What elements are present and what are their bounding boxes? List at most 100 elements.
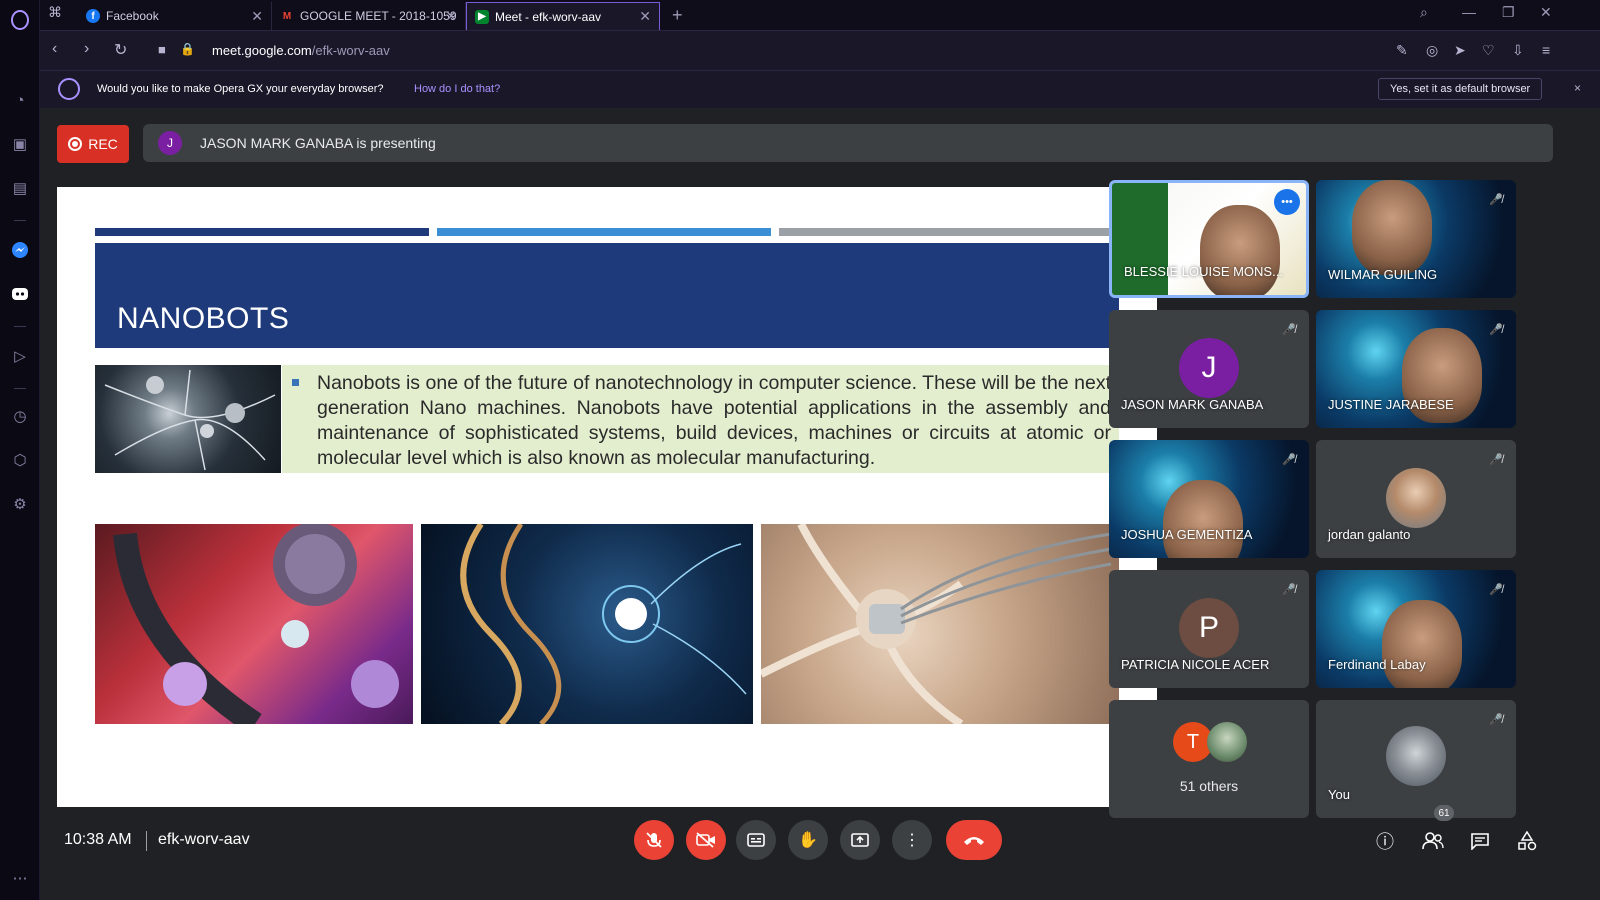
url-domain: meet.google.com xyxy=(212,43,312,58)
participant-tile[interactable]: P 🎤̸ PATRICIA NICOLE ACER xyxy=(1109,570,1309,688)
address-bar: ‹ › ↻ ■ 🔒 meet.google.com/efk-worv-aav ✎… xyxy=(40,30,1600,70)
chat-icon[interactable] xyxy=(1467,828,1493,854)
tab-facebook[interactable]: f Facebook ✕ xyxy=(78,2,272,30)
mic-off-icon: 🎤̸ xyxy=(1489,713,1503,726)
mic-off-icon: 🎤̸ xyxy=(1282,323,1296,336)
participant-tile[interactable]: ••• BLESSIE LOUISE MONS... xyxy=(1109,180,1309,298)
twitch-icon[interactable]: ▤ xyxy=(8,176,32,200)
camera-icon[interactable]: ■ xyxy=(158,42,166,57)
more-options-button[interactable]: ⋮ xyxy=(892,820,932,860)
participant-video xyxy=(1200,205,1280,295)
new-tab-icon[interactable]: + xyxy=(672,5,683,26)
meeting-code: efk-worv-aav xyxy=(158,831,250,848)
edit-icon[interactable]: ✎ xyxy=(1396,42,1408,59)
messenger-icon[interactable] xyxy=(8,238,32,262)
recording-badge[interactable]: REC xyxy=(57,125,129,163)
sidebar-separator xyxy=(14,388,26,389)
speed-dial-icon[interactable]: ◔ xyxy=(8,88,32,112)
prompt-message: Would you like to make Opera GX your eve… xyxy=(97,83,384,95)
participant-name: jordan galanto xyxy=(1328,527,1411,542)
blood-vessel-image xyxy=(95,524,413,724)
tab-gmail[interactable]: M GOOGLE MEET - 2018-1059 ✕ xyxy=(272,2,466,30)
info-icon[interactable]: ⓘ xyxy=(1372,828,1398,854)
briefcase-icon[interactable]: ▣ xyxy=(8,132,32,156)
tab-close-icon[interactable]: ✕ xyxy=(445,8,457,25)
self-photo xyxy=(1386,726,1446,786)
participant-name: Ferdinand Labay xyxy=(1328,657,1426,672)
participant-name: You xyxy=(1328,787,1350,802)
lock-icon[interactable]: 🔒 xyxy=(180,42,195,56)
participant-tile[interactable]: T 51 others xyxy=(1109,700,1309,818)
slide-text-box: Nanobots is one of the future of nanotec… xyxy=(282,365,1119,473)
sidebar-separator xyxy=(14,326,26,327)
slide-body: Nanobots is one of the future of nanotec… xyxy=(317,372,1111,469)
participant-tile[interactable]: 🎤̸ Ferdinand Labay xyxy=(1316,570,1516,688)
close-window-icon[interactable]: ✕ xyxy=(1540,4,1552,21)
participant-name: JUSTINE JARABESE xyxy=(1328,397,1454,412)
download-icon[interactable]: ⇩ xyxy=(1512,42,1524,59)
rec-label: REC xyxy=(88,136,118,152)
discord-icon[interactable] xyxy=(8,282,32,306)
url-field[interactable]: meet.google.com/efk-worv-aav xyxy=(212,43,390,58)
people-icon[interactable] xyxy=(1420,828,1446,854)
participant-video xyxy=(1352,180,1432,275)
participant-tile[interactable]: J 🎤̸ JASON MARK GANABA xyxy=(1109,310,1309,428)
set-default-button[interactable]: Yes, set it as default browser xyxy=(1378,78,1543,100)
participant-tile[interactable]: 🎤̸ JUSTINE JARABESE xyxy=(1316,310,1516,428)
participant-name: WILMAR GUILING xyxy=(1328,267,1438,282)
opera-logo-icon[interactable] xyxy=(8,8,32,32)
minimize-icon[interactable]: — xyxy=(1462,4,1476,20)
tab-close-icon[interactable]: ✕ xyxy=(639,8,651,25)
present-button[interactable] xyxy=(840,820,880,860)
participant-video xyxy=(1382,600,1462,688)
participant-tile[interactable]: 🎤̸ WILMAR GUILING xyxy=(1316,180,1516,298)
captions-icon xyxy=(747,833,765,847)
more-vert-icon: ⋮ xyxy=(904,832,920,849)
presenting-text: JASON MARK GANABA is presenting xyxy=(200,135,436,151)
player-icon[interactable]: ▷ xyxy=(8,344,32,368)
send-icon[interactable]: ➤ xyxy=(1454,42,1466,59)
history-icon[interactable]: ◷ xyxy=(8,404,32,428)
camera-toggle-button[interactable] xyxy=(686,820,726,860)
neuron-nanobot-image xyxy=(761,524,1119,724)
tab-title: Meet - efk-worv-aav xyxy=(495,9,602,24)
tab-close-icon[interactable]: ✕ xyxy=(251,8,263,25)
participant-photo xyxy=(1207,722,1247,762)
mic-off-icon: 🎤̸ xyxy=(1489,193,1503,206)
slide-bar-dark xyxy=(95,228,429,236)
reload-icon[interactable]: ↻ xyxy=(114,40,127,60)
more-options-icon[interactable]: ••• xyxy=(1274,189,1300,215)
more-icon[interactable]: ⋯ xyxy=(8,866,32,890)
activities-icon[interactable] xyxy=(1514,828,1540,854)
participant-name: JASON MARK GANABA xyxy=(1121,397,1264,412)
self-tile[interactable]: 🎤̸ You xyxy=(1316,700,1516,818)
mic-toggle-button[interactable] xyxy=(634,820,674,860)
gmail-icon: M xyxy=(282,10,292,22)
menu-icon[interactable]: ≡ xyxy=(1542,42,1550,58)
tab-bar: ⌘ f Facebook ✕ M GOOGLE MEET - 2018-1059… xyxy=(40,0,1600,30)
back-icon[interactable]: ‹ xyxy=(52,40,57,58)
raise-hand-button[interactable]: ✋ xyxy=(788,820,828,860)
heart-icon[interactable]: ♡ xyxy=(1482,42,1495,59)
captions-button[interactable] xyxy=(736,820,776,860)
how-link[interactable]: How do I do that? xyxy=(414,83,500,95)
people-count-badge: 61 xyxy=(1434,805,1454,821)
extensions-icon[interactable]: ⬡ xyxy=(8,448,32,472)
mic-off-icon: 🎤̸ xyxy=(1282,583,1296,596)
search-icon[interactable]: ⌕ xyxy=(1420,4,1428,21)
snapshot-icon[interactable]: ◎ xyxy=(1426,42,1438,59)
forward-icon[interactable]: › xyxy=(84,40,89,58)
settings-gear-icon[interactable]: ⚙ xyxy=(8,492,32,516)
participant-tile[interactable]: 🎤̸ jordan galanto xyxy=(1316,440,1516,558)
close-prompt-icon[interactable]: × xyxy=(1574,81,1581,95)
mic-off-icon: 🎤̸ xyxy=(1489,583,1503,596)
participant-tile[interactable]: 🎤̸ JOSHUA GEMENTIZA xyxy=(1109,440,1309,558)
gamepad-icon[interactable]: ⌘ xyxy=(48,4,62,21)
leave-call-button[interactable] xyxy=(946,820,1002,860)
mic-off-icon: 🎤̸ xyxy=(1282,453,1296,466)
presentation-slide: NANOBOTS Nanobots is one of the future o… xyxy=(57,187,1157,807)
maximize-icon[interactable]: ❐ xyxy=(1502,4,1515,21)
sidebar-separator xyxy=(14,220,26,221)
tab-meet[interactable]: ▶ Meet - efk-worv-aav ✕ xyxy=(466,2,660,30)
camera-off-icon xyxy=(696,832,715,848)
